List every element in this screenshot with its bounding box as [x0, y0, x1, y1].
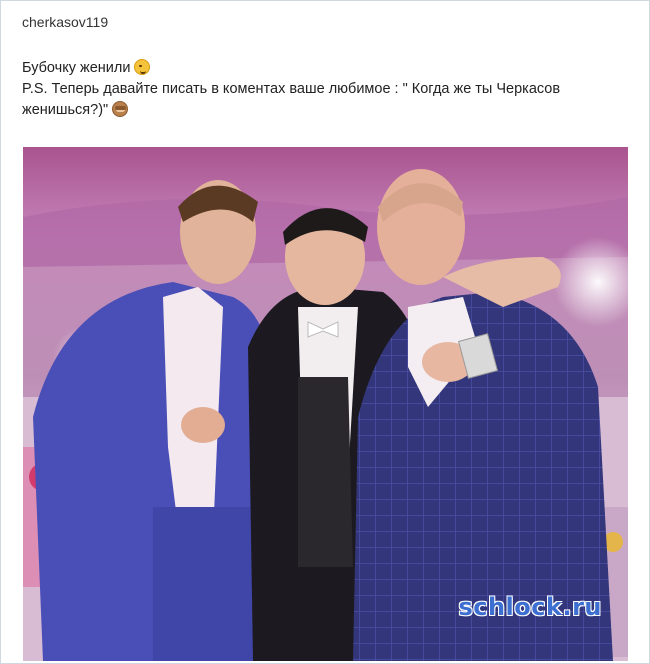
post-text-line-3-text: женишься?)" — [22, 102, 109, 118]
see-no-evil-monkey-icon — [112, 101, 129, 117]
post-card: cherkasov119 Бубочку женили P.S. Теперь … — [0, 0, 650, 664]
post-text: Бубочку женили P.S. Теперь давайте писат… — [22, 58, 622, 121]
post-text-line-3: женишься?)" — [22, 100, 622, 121]
winking-face-icon — [134, 59, 151, 75]
post-text-line-2: P.S. Теперь давайте писать в коментах ва… — [22, 81, 561, 97]
post-text-line-1-text: Бубочку женили — [22, 60, 131, 76]
group-photo-illustration — [23, 147, 628, 661]
watermark-logo: schlock.ru — [458, 593, 602, 621]
post-text-line-1: Бубочку женили — [22, 58, 622, 79]
post-photo[interactable]: schlock.ru — [23, 147, 628, 661]
post-username[interactable]: cherkasov119 — [22, 14, 108, 30]
